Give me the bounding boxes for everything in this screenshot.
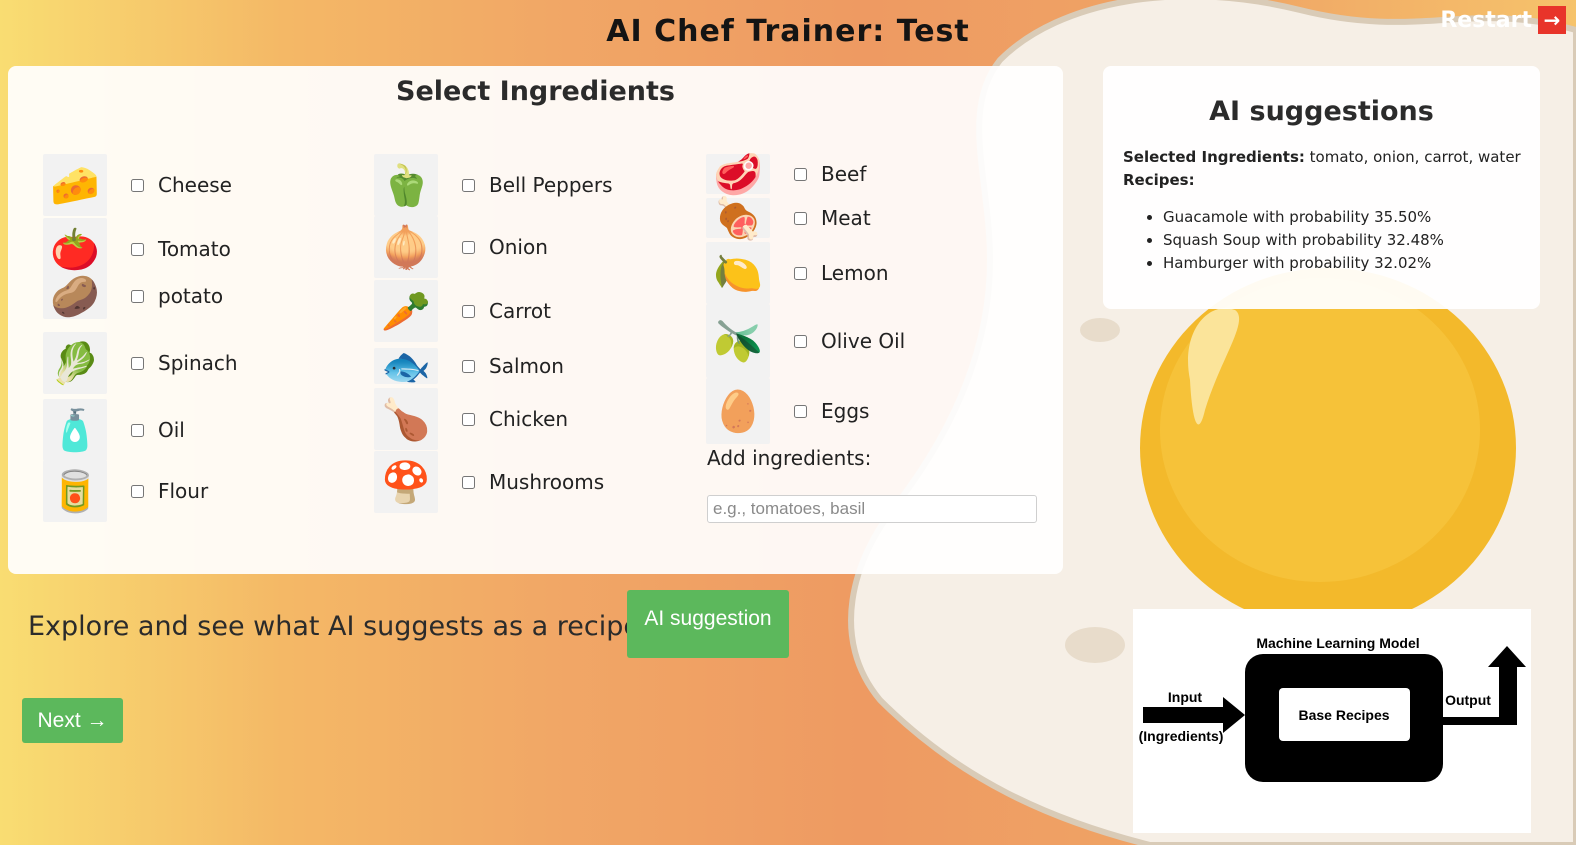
oil-checkbox[interactable] — [131, 423, 144, 437]
salmon-checkbox[interactable] — [462, 359, 475, 373]
ingredient-item-cheese: 🧀 Cheese — [43, 154, 232, 216]
ingredient-item-mushrooms: 🍄 Mushrooms — [374, 451, 604, 513]
beef-icon: 🥩 — [706, 152, 770, 198]
beef-checkbox[interactable] — [794, 167, 807, 181]
ingredient-item-spinach: 🥬 Spinach — [43, 332, 238, 394]
ingredient-label: Beef — [821, 162, 867, 186]
oil-bottle-icon: 🧴 — [43, 399, 107, 461]
cheese-checkbox[interactable] — [131, 178, 144, 192]
ingredient-label: Flour — [158, 479, 209, 503]
output-arrow-icon — [1443, 646, 1526, 725]
recipes-label: Recipes: — [1123, 171, 1195, 189]
ai-suggestions-title: AI suggestions — [1209, 96, 1434, 127]
ingredient-item-potato: 🥔 potato — [43, 273, 224, 320]
inner-label: Base Recipes — [1298, 707, 1389, 723]
next-button[interactable]: Next → — [22, 698, 123, 743]
selected-ingredients-value: tomato, onion, carrot, water — [1309, 148, 1521, 166]
ingredient-label: Eggs — [821, 399, 870, 423]
ingredient-item-olive-oil: 🫒 Olive Oil — [706, 304, 905, 378]
ingredient-item-oil: 🧴 Oil — [43, 399, 185, 461]
ingredient-label: Salmon — [489, 354, 564, 378]
spinach-icon: 🥬 — [43, 332, 107, 394]
olive-oil-icon: 🫒 — [706, 304, 770, 378]
ingredient-item-meat: 🍖 Meat — [706, 196, 871, 242]
cheese-icon: 🧀 — [43, 154, 107, 216]
ingredient-item-beef: 🥩 Beef — [706, 152, 867, 198]
ml-model-diagram: Machine Learning Model Base Recipes Inpu… — [1133, 609, 1531, 833]
list-item: Hamburger with probability 32.02% — [1163, 252, 1444, 275]
ingredient-item-onion: 🧅 Onion — [374, 216, 548, 278]
potato-checkbox[interactable] — [131, 289, 144, 303]
arrow-right-icon: → — [1538, 6, 1566, 34]
restart-button[interactable]: Restart → — [1440, 6, 1566, 34]
selected-ingredients-line: Selected Ingredients: tomato, onion, car… — [1123, 146, 1521, 169]
carrot-icon: 🥕 — [374, 280, 438, 342]
output-label: Output — [1445, 692, 1491, 708]
olive-oil-checkbox[interactable] — [794, 334, 807, 348]
ml-diagram-svg: Machine Learning Model Base Recipes Inpu… — [1139, 635, 1526, 782]
salmon-icon: 🐟 — [374, 344, 438, 390]
ingredient-label: Oil — [158, 418, 185, 442]
ingredients-panel: Select Ingredients 🧀 Cheese 🍅 Tomato 🥔 p… — [8, 66, 1063, 574]
carrot-checkbox[interactable] — [462, 304, 475, 318]
ingredient-item-salmon: 🐟 Salmon — [374, 344, 564, 390]
ingredient-label: Olive Oil — [821, 329, 906, 353]
ingredient-item-lemon: 🍋 Lemon — [706, 242, 889, 304]
add-ingredients-input[interactable] — [707, 495, 1037, 523]
ingredient-label: Mushrooms — [489, 470, 605, 494]
ingredient-item-eggs: 🥚 Eggs — [706, 378, 869, 444]
ingredient-label: Chicken — [489, 407, 569, 431]
chicken-icon: 🍗 — [374, 388, 438, 450]
bell-peppers-checkbox[interactable] — [462, 178, 475, 192]
onion-icon: 🧅 — [374, 216, 438, 278]
recipe-list: Guacamole with probability 35.50% Squash… — [1143, 206, 1444, 275]
eggs-checkbox[interactable] — [794, 404, 807, 418]
explore-text: Explore and see what AI suggests as a re… — [28, 611, 640, 642]
restart-label: Restart — [1440, 7, 1532, 33]
ingredient-label: Onion — [489, 235, 548, 259]
model-label: Machine Learning Model — [1256, 635, 1419, 651]
tomato-icon: 🍅 — [43, 218, 107, 280]
mushrooms-checkbox[interactable] — [462, 475, 475, 489]
eggs-icon: 🥚 — [706, 378, 770, 444]
chicken-checkbox[interactable] — [462, 412, 475, 426]
ingredient-label: Spinach — [158, 351, 238, 375]
onion-checkbox[interactable] — [462, 240, 475, 254]
ingredient-label: Carrot — [489, 299, 551, 323]
list-item: Guacamole with probability 35.50% — [1163, 206, 1444, 229]
page-title: AI Chef Trainer: Test — [606, 14, 970, 49]
ingredient-label: Cheese — [158, 173, 232, 197]
ingredient-item-flour: 🥫 Flour — [43, 460, 208, 522]
ai-suggestions-panel: AI suggestions Selected Ingredients: tom… — [1103, 66, 1540, 309]
input-sub-label: (Ingredients) — [1139, 728, 1224, 744]
input-label: Input — [1168, 689, 1203, 705]
ai-suggestions-info: Selected Ingredients: tomato, onion, car… — [1123, 146, 1521, 192]
ingredient-item-bell-peppers: 🫑 Bell Peppers — [374, 154, 613, 216]
ingredient-label: potato — [158, 284, 224, 308]
ingredient-label: Bell Peppers — [489, 173, 613, 197]
bell-pepper-icon: 🫑 — [374, 154, 438, 216]
potato-icon: 🥔 — [43, 273, 107, 320]
add-ingredients-label: Add ingredients: — [707, 446, 872, 470]
ingredient-item-carrot: 🥕 Carrot — [374, 280, 551, 342]
ingredient-label: Meat — [821, 206, 871, 230]
ingredient-item-chicken: 🍗 Chicken — [374, 388, 568, 450]
flour-checkbox[interactable] — [131, 484, 144, 498]
selected-ingredients-label: Selected Ingredients: — [1123, 148, 1305, 166]
flour-bag-icon: 🥫 — [43, 460, 107, 522]
meat-checkbox[interactable] — [794, 211, 807, 225]
spinach-checkbox[interactable] — [131, 356, 144, 370]
ingredient-item-tomato: 🍅 Tomato — [43, 218, 231, 280]
mushroom-icon: 🍄 — [374, 451, 438, 513]
ingredient-label: Lemon — [821, 261, 889, 285]
lemon-checkbox[interactable] — [794, 266, 807, 280]
list-item: Squash Soup with probability 32.48% — [1163, 229, 1444, 252]
ingredient-label: Tomato — [158, 237, 231, 261]
lemon-icon: 🍋 — [706, 242, 770, 304]
ingredients-title: Select Ingredients — [396, 76, 675, 107]
ai-suggestion-button[interactable]: AI suggestion — [627, 590, 789, 658]
tomato-checkbox[interactable] — [131, 242, 144, 256]
meat-icon: 🍖 — [706, 196, 770, 242]
